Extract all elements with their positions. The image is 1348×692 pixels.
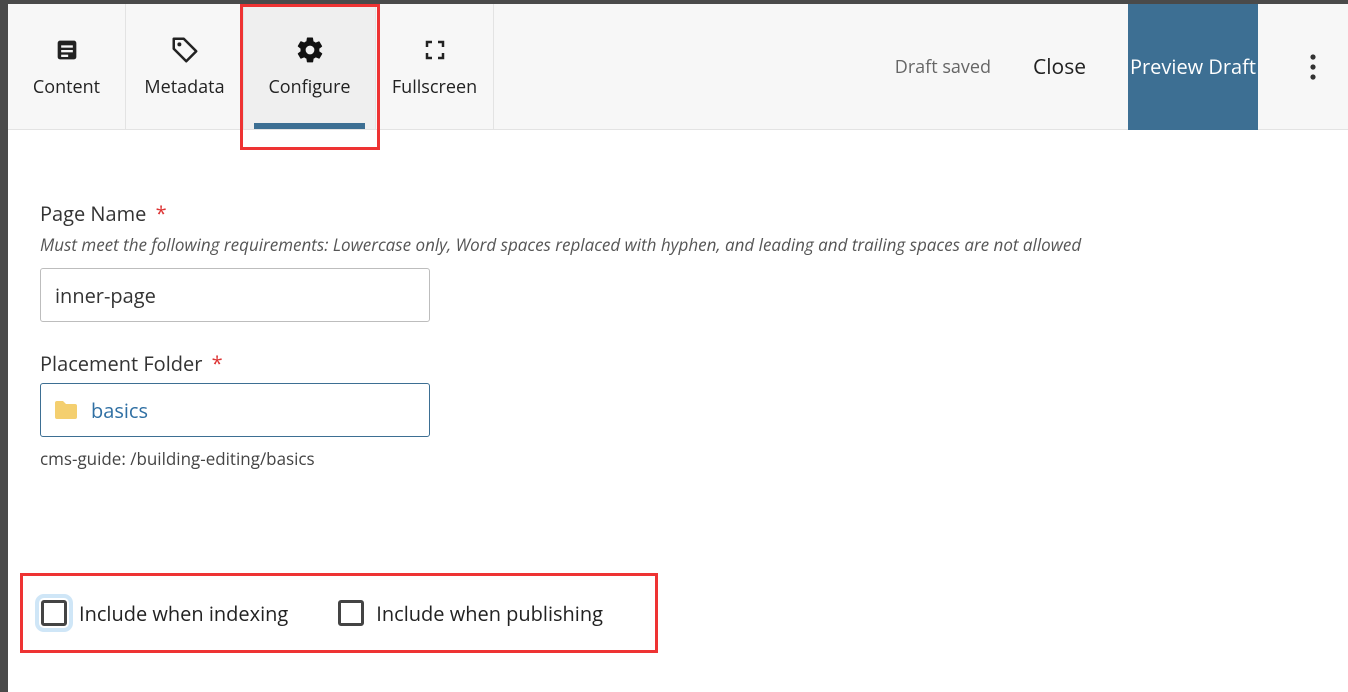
include-indexing-label: Include when indexing <box>79 600 288 627</box>
tag-icon <box>170 35 200 65</box>
more-actions-button[interactable] <box>1288 4 1338 130</box>
required-marker: * <box>212 350 223 377</box>
required-marker: * <box>156 200 167 227</box>
tab-metadata[interactable]: Metadata <box>126 4 244 129</box>
toolbar-spacer <box>494 4 895 129</box>
draft-status: Draft saved <box>895 55 991 79</box>
annotation-checkbox-highlight: Include when indexing Include when publi… <box>20 573 658 653</box>
page-name-label: Page Name * <box>40 200 1308 227</box>
content-icon <box>52 35 82 65</box>
toolbar-tabs: Content Metadata Configure Fullscreen <box>8 4 494 129</box>
folder-icon <box>53 399 79 421</box>
tab-content[interactable]: Content <box>8 4 126 129</box>
placement-folder-label: Placement Folder * <box>40 350 1308 377</box>
app-viewport: Content Metadata Configure Fullscreen <box>0 0 1348 692</box>
toolbar-right-actions: Draft saved Close Preview Draft <box>895 4 1348 129</box>
kebab-icon <box>1310 54 1316 80</box>
configure-form: Page Name * Must meet the following requ… <box>40 200 1308 498</box>
checkbox-box <box>338 600 364 626</box>
placement-folder-label-text: Placement Folder <box>40 350 202 377</box>
preview-draft-button[interactable]: Preview Draft <box>1128 4 1258 130</box>
placement-folder-value: basics <box>91 397 148 424</box>
field-placement-folder: Placement Folder * basics cms-guide: /bu… <box>40 350 1308 470</box>
tab-fullscreen-label: Fullscreen <box>392 75 477 99</box>
placement-folder-path: cms-guide: /building-editing/basics <box>40 447 1308 470</box>
page-name-label-text: Page Name <box>40 200 146 227</box>
tab-configure[interactable]: Configure <box>244 4 376 129</box>
page-name-input[interactable] <box>40 268 430 322</box>
tab-metadata-label: Metadata <box>144 75 224 99</box>
include-publishing-label: Include when publishing <box>376 600 603 627</box>
tab-configure-label: Configure <box>268 75 350 99</box>
fullscreen-icon <box>420 35 450 65</box>
include-indexing-checkbox[interactable]: Include when indexing <box>41 600 288 627</box>
field-page-name: Page Name * Must meet the following requ… <box>40 200 1308 322</box>
left-gutter <box>0 0 8 692</box>
gear-icon <box>295 35 325 65</box>
tab-content-label: Content <box>33 75 100 99</box>
checkbox-box <box>41 600 67 626</box>
tab-fullscreen[interactable]: Fullscreen <box>376 4 494 129</box>
placement-folder-picker[interactable]: basics <box>40 383 430 437</box>
page-name-help: Must meet the following requirements: Lo… <box>40 233 1308 256</box>
editor-toolbar: Content Metadata Configure Fullscreen <box>8 4 1348 130</box>
close-button[interactable]: Close <box>1021 47 1098 87</box>
include-publishing-checkbox[interactable]: Include when publishing <box>338 600 603 627</box>
